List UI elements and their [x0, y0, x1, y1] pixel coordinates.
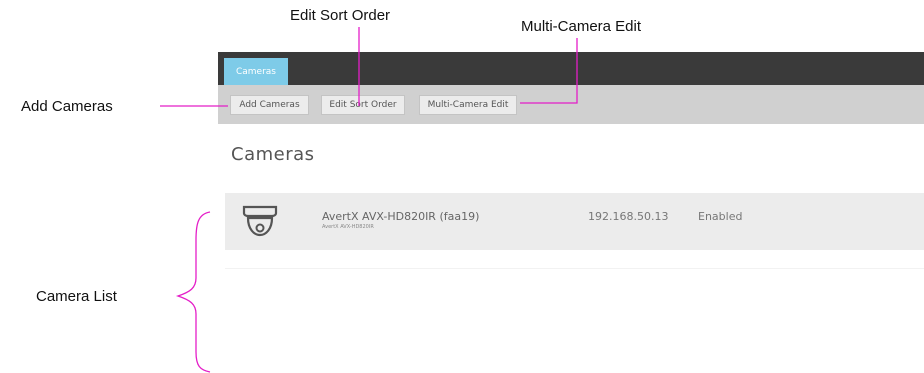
camera-list-brace	[175, 211, 211, 373]
callout-lines	[160, 27, 578, 373]
multi-camera-edit-leader	[520, 38, 578, 104]
